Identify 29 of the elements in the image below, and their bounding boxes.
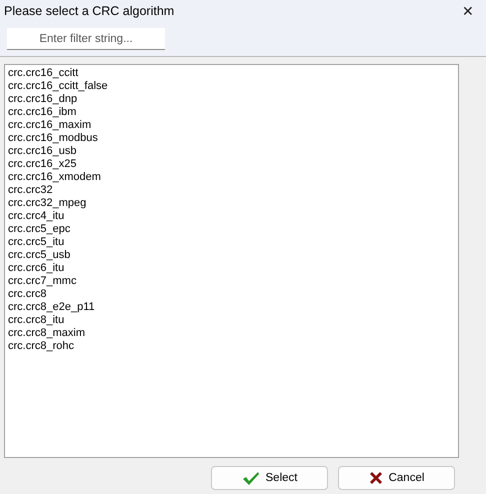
- window-title: Please select a CRC algorithm: [4, 4, 174, 18]
- cancel-button[interactable]: Cancel: [338, 466, 455, 490]
- filter-field[interactable]: Enter filter string...: [7, 28, 165, 50]
- cross-icon: [368, 471, 383, 485]
- list-item[interactable]: crc.crc5_epc: [8, 223, 455, 236]
- close-button[interactable]: ✕: [460, 3, 476, 19]
- list-item[interactable]: crc.crc7_mmc: [8, 275, 455, 288]
- select-button[interactable]: Select: [211, 466, 328, 490]
- list-item[interactable]: crc.crc16_usb: [8, 145, 455, 158]
- list-item[interactable]: crc.crc8_e2e_p11: [8, 301, 455, 314]
- list-item[interactable]: crc.crc5_itu: [8, 236, 455, 249]
- list-item[interactable]: crc.crc6_itu: [8, 262, 455, 275]
- list-item[interactable]: crc.crc16_x25: [8, 158, 455, 171]
- list-item[interactable]: crc.crc32_mpeg: [8, 197, 455, 210]
- list-item[interactable]: crc.crc16_ccitt: [8, 67, 455, 80]
- list-item[interactable]: crc.crc16_modbus: [8, 132, 455, 145]
- list-item[interactable]: crc.crc8_itu: [8, 314, 455, 327]
- list-item[interactable]: crc.crc16_xmodem: [8, 171, 455, 184]
- list-item[interactable]: crc.crc8_rohc: [8, 340, 455, 353]
- list-item[interactable]: crc.crc16_ccitt_false: [8, 80, 455, 93]
- list-item[interactable]: crc.crc8_maxim: [8, 327, 455, 340]
- checkmark-icon: [242, 470, 260, 486]
- list-item[interactable]: crc.crc5_usb: [8, 249, 455, 262]
- list-item[interactable]: crc.crc16_maxim: [8, 119, 455, 132]
- list-item[interactable]: crc.crc16_ibm: [8, 106, 455, 119]
- list-item[interactable]: crc.crc16_dnp: [8, 93, 455, 106]
- list-item[interactable]: crc.crc32: [8, 184, 455, 197]
- list-item[interactable]: crc.crc8: [8, 288, 455, 301]
- list-item[interactable]: crc.crc4_itu: [8, 210, 455, 223]
